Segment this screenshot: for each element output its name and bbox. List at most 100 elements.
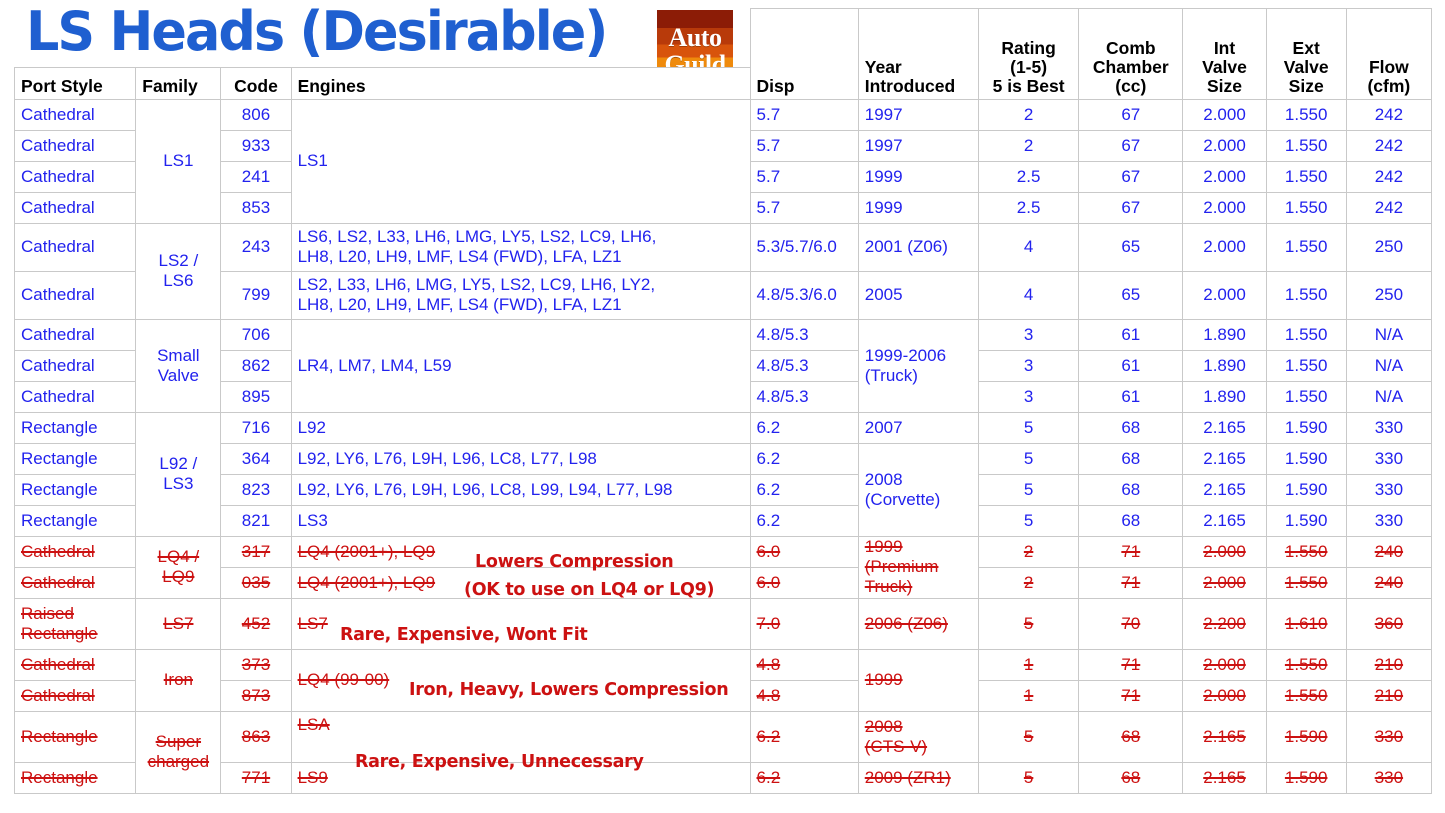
cell-port-style: Rectangle bbox=[13, 411, 137, 444]
cell-code: 317 bbox=[220, 535, 292, 568]
cell-flow: N/A bbox=[1345, 318, 1433, 351]
cell-rating: 4 bbox=[977, 270, 1080, 320]
year-line-2: (CTS-V) bbox=[864, 736, 928, 756]
cell-port-style: Rectangle bbox=[13, 710, 137, 763]
header-ext-line-1: Ext bbox=[1292, 37, 1320, 58]
family-line-2: LS6 bbox=[163, 271, 194, 290]
cell-cc: 67 bbox=[1078, 160, 1184, 193]
cell-family-ls7: LS7 bbox=[135, 597, 222, 650]
cell-ext-valve: 1.590 bbox=[1265, 504, 1347, 537]
header-flow: Flow (cfm) bbox=[1345, 8, 1433, 100]
cell-int-valve: 1.890 bbox=[1182, 318, 1267, 351]
cell-disp: 6.2 bbox=[749, 761, 859, 794]
cell-cc: 71 bbox=[1078, 566, 1184, 599]
title-spacer-row: Disp Year Introduced Rating (1-5) 5 is B… bbox=[15, 8, 1433, 100]
cell-port-style: Cathedral bbox=[13, 535, 137, 568]
cell-int-valve: 2.165 bbox=[1182, 411, 1267, 444]
table-row: Rectangle 823 L92, LY6, L76, L9H, L96, L… bbox=[13, 473, 1433, 506]
table-row-struck: Raised Rectangle LS7 452 LS7 7.0 2006 (Z… bbox=[13, 597, 1433, 650]
cell-year: 1997 bbox=[857, 129, 980, 162]
cell-code: 241 bbox=[220, 160, 292, 193]
ls-heads-table-page: LS Heads (Desirable) Auto Guild Disp Yea… bbox=[0, 0, 1445, 813]
annotation-rare-unnecessary: Rare, Expensive, Unnecessary bbox=[355, 752, 644, 772]
cell-disp: 4.8 bbox=[749, 679, 859, 712]
cell-cc: 61 bbox=[1078, 349, 1184, 382]
year-line-2: (Premium bbox=[864, 557, 939, 576]
header-year-line-1: Year bbox=[864, 56, 902, 77]
cell-code: 806 bbox=[220, 98, 292, 131]
cell-int-valve: 1.890 bbox=[1182, 380, 1267, 413]
cell-code: 035 bbox=[220, 566, 292, 599]
cell-code: 364 bbox=[220, 442, 292, 475]
cell-flow: N/A bbox=[1345, 349, 1433, 382]
cell-port-style: Rectangle bbox=[13, 761, 137, 794]
cell-year: 2007 bbox=[857, 411, 980, 444]
cell-flow: 330 bbox=[1345, 761, 1433, 794]
engines-line-1: LS2, L33, LH6, LMG, LY5, LS2, LC9, LH6, … bbox=[297, 275, 656, 294]
cell-disp: 6.2 bbox=[749, 442, 859, 475]
cell-family-ls2-ls6: LS2 / LS6 bbox=[135, 222, 222, 320]
header-ext-valve-size: Ext Valve Size bbox=[1265, 8, 1347, 100]
table-row-struck: Cathedral Iron 373 LQ4 (99-00) 4.8 1999 … bbox=[13, 648, 1433, 712]
cell-year: 1997 bbox=[857, 98, 980, 131]
cell-engines: L92 bbox=[290, 411, 751, 444]
cell-disp: 4.8/5.3/6.0 bbox=[749, 270, 859, 320]
ls-heads-table: Disp Year Introduced Rating (1-5) 5 is B… bbox=[13, 8, 1433, 794]
header-flow-line-1: Flow bbox=[1368, 56, 1409, 77]
engines-text: LSA bbox=[297, 714, 330, 734]
cell-code: 862 bbox=[220, 349, 292, 382]
cell-flow: 242 bbox=[1345, 98, 1433, 131]
spacer-code bbox=[221, 9, 291, 68]
cell-ext-valve: 1.590 bbox=[1265, 761, 1347, 794]
cell-rating: 3 bbox=[977, 380, 1080, 413]
family-line-1: L92 / bbox=[159, 454, 198, 473]
cell-code: 853 bbox=[220, 191, 292, 224]
header-comb-chamber: Comb Chamber (cc) bbox=[1078, 8, 1184, 100]
cell-year: 2008 (CTS-V) bbox=[857, 710, 980, 763]
cell-ext-valve: 1.550 bbox=[1265, 535, 1347, 568]
cell-rating: 5 bbox=[977, 597, 1080, 650]
cell-year: 1999 bbox=[857, 191, 980, 224]
header-disp: Disp bbox=[749, 8, 859, 100]
cell-year: 2005 bbox=[857, 270, 980, 320]
header-rating-line-2: (1-5) bbox=[1010, 56, 1048, 77]
cell-rating: 3 bbox=[977, 318, 1080, 351]
cell-port-style: Cathedral bbox=[13, 380, 137, 413]
cell-ext-valve: 1.550 bbox=[1265, 380, 1347, 413]
engines-text: LS7 bbox=[297, 613, 328, 633]
engines-text: LQ4 (2001+), LQ9 bbox=[297, 541, 436, 561]
cell-disp: 6.2 bbox=[749, 473, 859, 506]
cell-port-style: Cathedral bbox=[13, 679, 137, 712]
cell-cc: 67 bbox=[1078, 98, 1184, 131]
cell-int-valve: 2.000 bbox=[1182, 98, 1267, 131]
cell-cc: 68 bbox=[1078, 504, 1184, 537]
cell-year: 1999 bbox=[857, 160, 980, 193]
cell-engines: LR4, LM7, LM4, L59 bbox=[290, 318, 751, 413]
cell-port-style: Cathedral bbox=[13, 98, 137, 131]
cell-flow: 250 bbox=[1345, 222, 1433, 272]
table-row: Rectangle 821 LS3 6.2 5 68 2.165 1.590 3… bbox=[13, 504, 1433, 537]
cell-disp: 5.7 bbox=[749, 160, 859, 193]
cell-year: 2001 (Z06) bbox=[857, 222, 980, 272]
cell-disp: 6.0 bbox=[749, 535, 859, 568]
cell-cc: 68 bbox=[1078, 473, 1184, 506]
cell-disp: 4.8/5.3 bbox=[749, 318, 859, 351]
cell-code: 706 bbox=[220, 318, 292, 351]
header-int-valve-size: Int Valve Size bbox=[1182, 8, 1267, 100]
header-engines: Engines bbox=[290, 66, 751, 100]
family-text: Iron bbox=[163, 670, 193, 689]
year-line-1: 2008 bbox=[864, 716, 903, 736]
cell-flow: 210 bbox=[1345, 648, 1433, 681]
cell-int-valve: 2.200 bbox=[1182, 597, 1267, 650]
cell-code: 771 bbox=[220, 761, 292, 794]
cell-disp: 4.8/5.3 bbox=[749, 380, 859, 413]
family-line-2: LQ9 bbox=[162, 567, 195, 586]
engines-line-2: LH8, L20, LH9, LMF, LS4 (FWD), LFA, LZ1 bbox=[297, 295, 622, 314]
engines-text: LS9 bbox=[297, 767, 328, 787]
cell-int-valve: 2.000 bbox=[1182, 535, 1267, 568]
cell-rating: 2 bbox=[977, 98, 1080, 131]
cell-port-style: Cathedral bbox=[13, 222, 137, 272]
header-rating: Rating (1-5) 5 is Best bbox=[977, 8, 1080, 100]
cell-cc: 67 bbox=[1078, 129, 1184, 162]
cell-rating: 3 bbox=[977, 349, 1080, 382]
